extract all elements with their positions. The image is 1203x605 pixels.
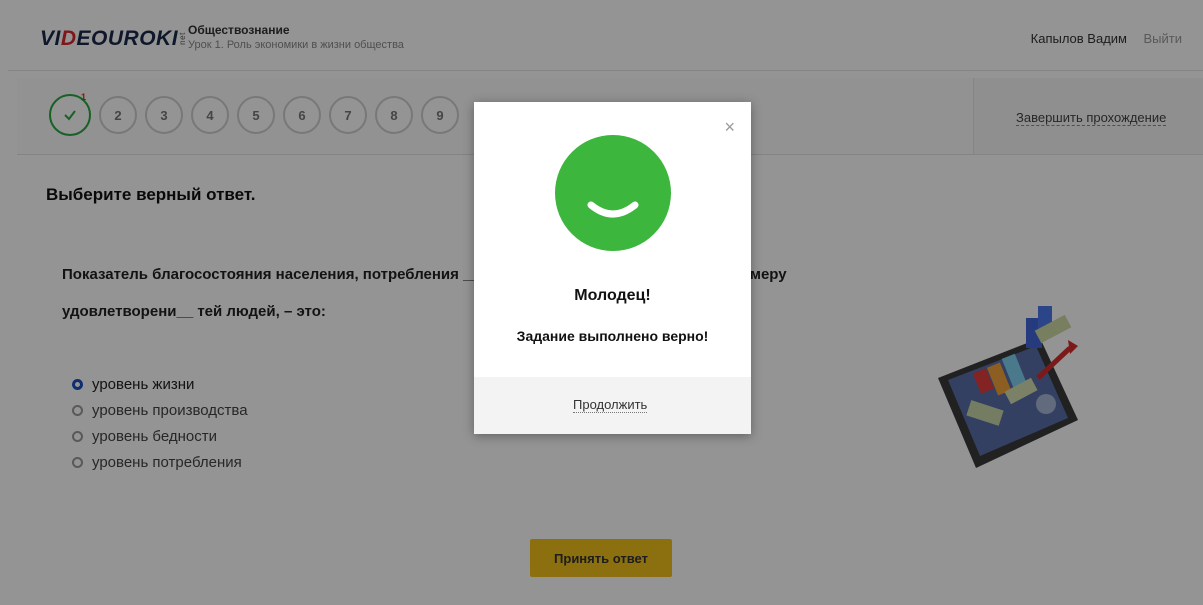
dialog-message: Задание выполнено верно! [516, 328, 709, 344]
smiley-icon [555, 135, 671, 251]
dialog-title: Молодец! [574, 287, 651, 304]
continue-link[interactable]: Продолжить [573, 397, 648, 413]
success-dialog: × Молодец! Задание выполнено верно! Прод… [474, 102, 751, 434]
dialog-footer: Продолжить [474, 377, 751, 434]
close-icon[interactable]: × [724, 118, 735, 136]
